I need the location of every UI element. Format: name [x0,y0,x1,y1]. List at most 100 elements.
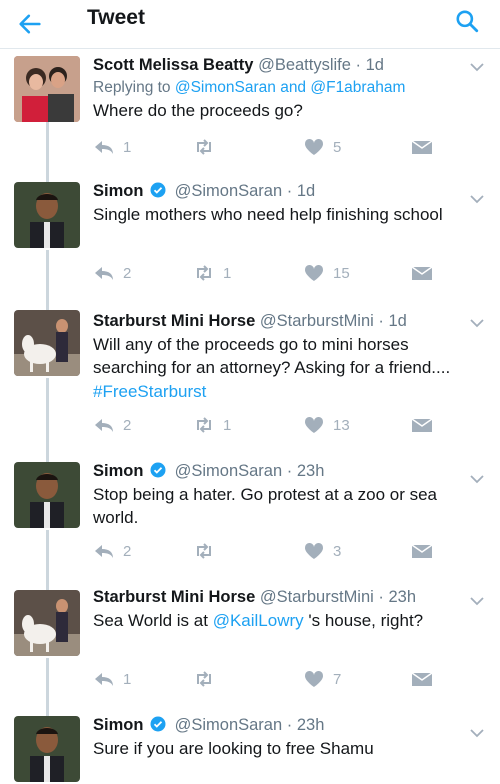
like-count: 15 [333,264,350,282]
display-name[interactable]: Simon [93,462,143,480]
tweet-text: Sure if you are looking to free Shamu [93,739,374,758]
reply-icon [95,419,113,432]
like-button[interactable]: 15 [303,262,350,284]
reply-count: 1 [123,670,132,688]
tweet-header: Simon @SimonSaran · 1d [93,180,486,202]
mention-link[interactable]: @KailLowry [213,611,304,630]
tweet-text-end: 's house, right? [303,611,424,630]
tweet-hashtag: #FreeStarburst [93,380,486,403]
envelope-icon [411,544,433,558]
timestamp: · 23h [286,716,325,734]
retweet-button[interactable] [193,540,223,562]
verified-badge-icon [150,716,166,732]
tweet-beattyslife[interactable]: Scott Melissa Beatty @Beattyslife · 1d R… [0,48,500,172]
retweet-button[interactable]: 1 [193,262,231,284]
envelope-icon [411,672,433,686]
avatar[interactable] [14,310,80,376]
reply-icon [95,267,113,280]
reply-count: 1 [123,138,132,156]
thread-line [46,378,49,450]
like-button[interactable]: 3 [303,540,341,562]
handle[interactable]: @SimonSaran [175,182,283,200]
back-arrow-icon[interactable] [16,10,44,38]
tweet-starburstmini[interactable]: Starburst Mini Horse @StarburstMini · 23… [0,580,500,706]
handle[interactable]: @StarburstMini [260,588,374,606]
replying-to-users[interactable]: @SimonSaran and @F1abraham [175,79,406,96]
heart-icon [304,670,324,687]
replying-to: Replying to @SimonSaran and @F1abraham [93,77,486,98]
direct-message-button[interactable] [411,540,433,562]
reply-button[interactable]: 1 [93,136,131,158]
timestamp: · 1d [286,182,316,200]
avatar[interactable] [14,590,80,656]
replying-to-label: Replying to [93,79,171,96]
envelope-icon [411,140,433,154]
tweet-header: Simon @SimonSaran · 23h [93,714,486,736]
display-name[interactable]: Starburst Mini Horse [93,312,255,330]
retweet-button[interactable] [193,668,223,690]
like-count: 13 [333,416,350,434]
tweet-actions: 2 3 [93,540,433,562]
avatar[interactable] [14,56,80,122]
retweet-button[interactable] [193,136,223,158]
reply-button[interactable]: 2 [93,262,131,284]
reply-button[interactable]: 2 [93,540,131,562]
retweet-icon [197,265,211,281]
direct-message-button[interactable] [411,262,433,284]
handle[interactable]: @SimonSaran [175,462,283,480]
like-button[interactable]: 13 [303,414,350,436]
display-name[interactable]: Starburst Mini Horse [93,588,255,606]
timestamp: · 1d [355,56,384,74]
handle[interactable]: @Beattyslife [258,56,351,74]
like-button[interactable]: 5 [303,136,341,158]
tweet-actions: 1 7 [93,668,433,690]
handle[interactable]: @StarburstMini [260,312,374,330]
handle[interactable]: @SimonSaran [175,716,283,734]
retweet-count: 1 [223,264,232,282]
tweet-text: Where do the proceeds go? [93,101,303,120]
avatar[interactable] [14,716,80,782]
tweet-simonsaran[interactable]: Simon @SimonSaran · 23h Sure if you are … [0,706,500,784]
reply-icon [95,673,113,686]
retweet-icon [197,417,211,433]
search-icon[interactable] [454,8,480,34]
like-count: 3 [333,542,342,560]
avatar[interactable] [14,182,80,248]
thread-line [46,122,49,172]
retweet-count: 1 [223,416,232,434]
like-button[interactable]: 7 [303,668,341,690]
timestamp: · 23h [378,588,417,606]
display-name[interactable]: Simon [93,716,143,734]
tweet-simonsaran[interactable]: Simon @SimonSaran · 23h Stop being a hat… [0,450,500,580]
retweet-button[interactable]: 1 [193,414,231,436]
display-name[interactable]: Scott Melissa Beatty [93,56,253,74]
retweet-icon [197,139,211,155]
thread-line [46,706,49,716]
tweet-actions: 2 1 13 [93,414,433,436]
display-name[interactable]: Simon [93,182,143,200]
direct-message-button[interactable] [411,136,433,158]
tweet-starburstmini[interactable]: Starburst Mini Horse @StarburstMini · 1d… [0,300,500,450]
reply-icon [95,141,113,154]
thread-line [46,250,49,300]
reply-icon [95,545,113,558]
verified-badge-icon [150,182,166,198]
tweet-text: Sea World is at @KailLowry 's house, rig… [93,609,486,632]
tweet-text: Stop being a hater. Go protest at a zoo … [93,485,438,527]
page-title: Tweet [87,6,145,29]
tweet-simonsaran[interactable]: Simon @SimonSaran · 1d Single mothers wh… [0,172,500,300]
tweet-text-start: Sea World is at [93,611,213,630]
top-bar: Tweet [0,0,500,49]
tweet-header: Scott Melissa Beatty @Beattyslife · 1d [93,54,486,76]
thread-line [46,300,49,310]
tweet-actions: 1 5 [93,136,433,158]
thread-line [46,450,49,462]
direct-message-button[interactable] [411,414,433,436]
reply-button[interactable]: 1 [93,668,131,690]
reply-button[interactable]: 2 [93,414,131,436]
direct-message-button[interactable] [411,668,433,690]
tweet-header: Starburst Mini Horse @StarburstMini · 1d [93,310,486,332]
avatar[interactable] [14,462,80,528]
hashtag-link[interactable]: #FreeStarburst [93,382,206,401]
verified-badge-icon [150,462,166,478]
